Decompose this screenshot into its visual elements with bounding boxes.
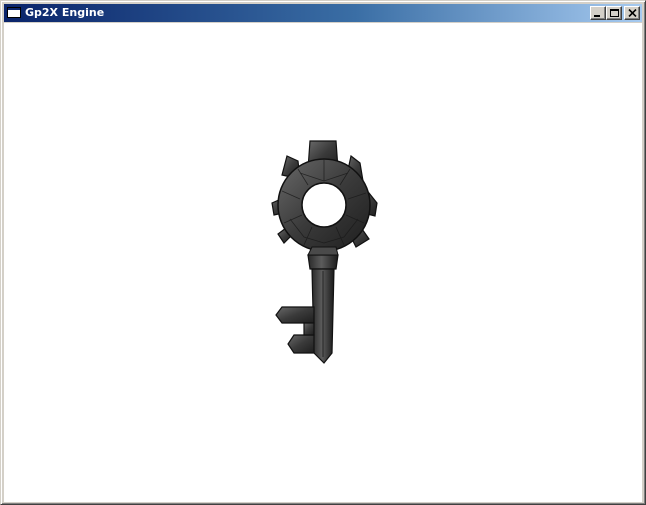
window-title: Gp2X Engine (25, 6, 105, 19)
minimize-button[interactable] (590, 6, 606, 20)
render-viewport[interactable] (4, 23, 642, 502)
maximize-icon (610, 9, 619, 17)
app-window-icon[interactable] (7, 7, 21, 18)
close-button[interactable] (624, 6, 640, 20)
key-3d-model (271, 140, 378, 364)
key-bits (275, 306, 315, 354)
key-hole (301, 182, 347, 228)
key-collar (307, 254, 339, 270)
maximize-button[interactable] (606, 6, 622, 20)
minimize-icon (594, 15, 600, 17)
app-window: Gp2X Engine (0, 0, 646, 505)
title-bar[interactable]: Gp2X Engine (4, 4, 642, 22)
close-icon (628, 9, 637, 17)
